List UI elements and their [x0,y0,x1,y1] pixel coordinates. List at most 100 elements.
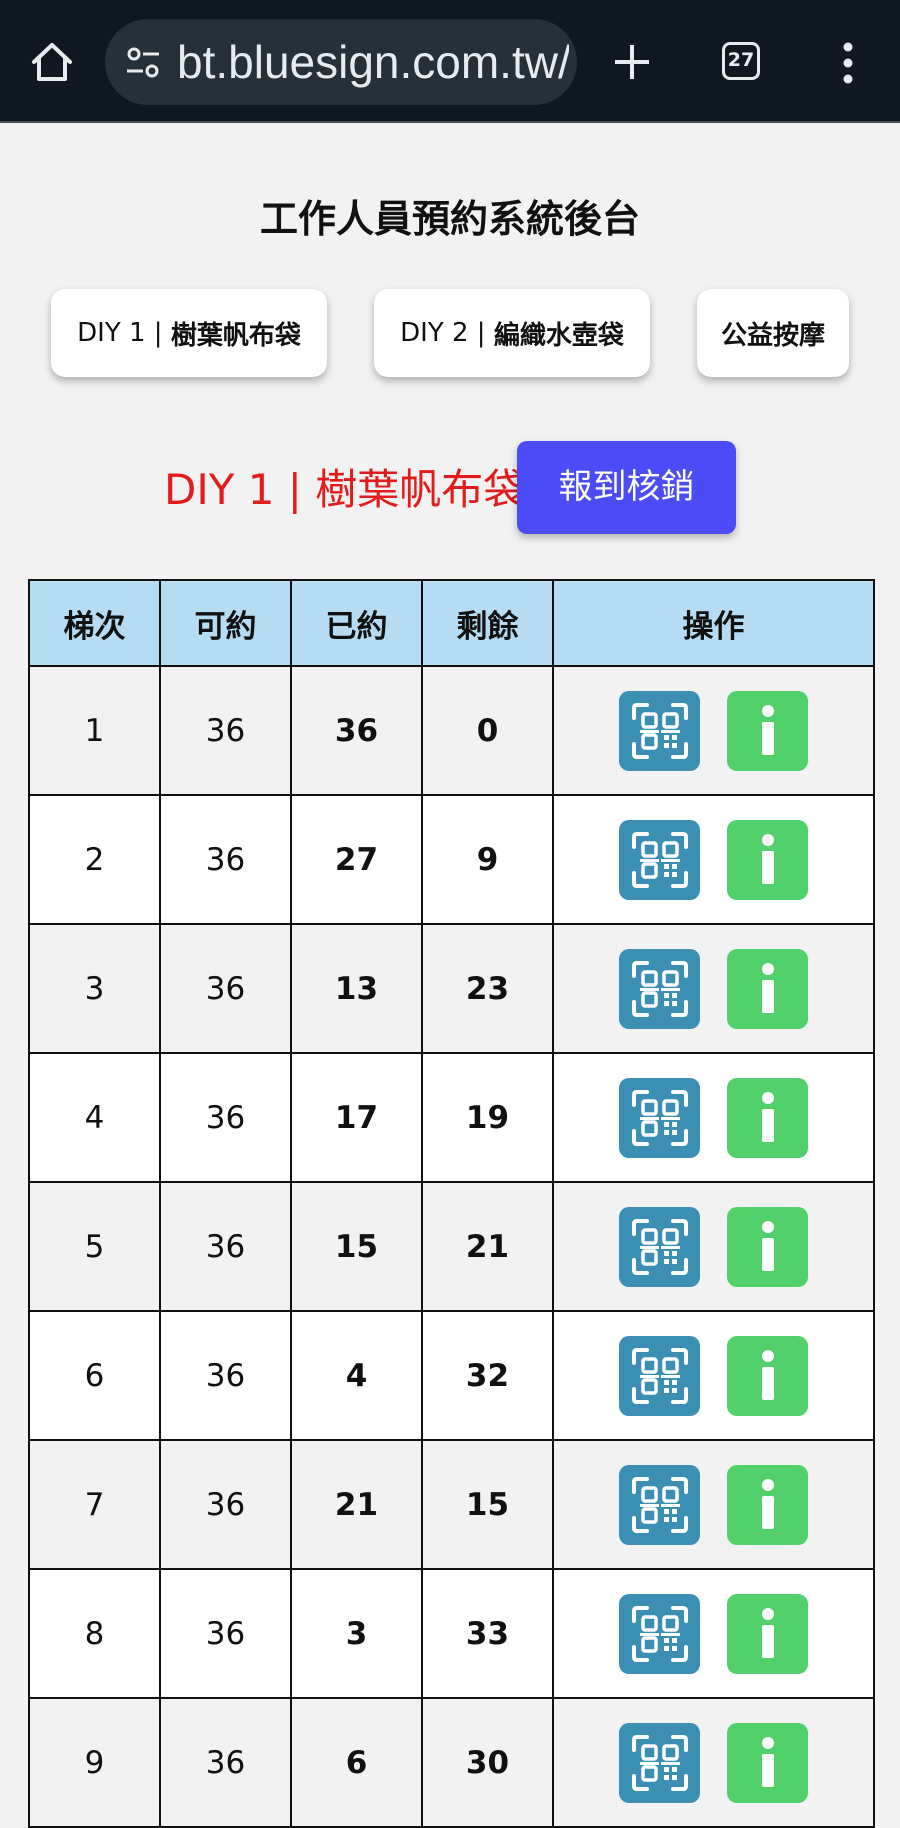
tab-diy2[interactable]: DIY 2 | 編織水壺袋 [374,289,650,377]
tab-massage[interactable]: 公益按摩 [697,289,849,377]
site-settings-icon[interactable] [125,45,161,81]
remaining-cell: 32 [421,1310,554,1441]
booked-cell: 36 [290,665,423,796]
qr-scan-icon [631,1347,688,1404]
info-icon [761,962,774,1013]
header-remaining: 剩餘 [421,579,554,667]
booked-cell: 15 [290,1181,423,1312]
table-row: 3 36 13 23 [28,923,875,1054]
capacity-cell: 36 [159,1310,292,1441]
address-bar[interactable]: bt.bluesign.com.tw/s [105,19,577,105]
capacity-cell: 36 [159,923,292,1054]
scan-button[interactable] [619,948,700,1029]
qr-scan-icon [631,702,688,759]
info-icon [761,1607,774,1658]
qr-scan-icon [631,831,688,888]
qr-scan-icon [631,1089,688,1146]
tab-label: 樹葉帆布袋 [170,320,301,351]
booked-cell: 3 [290,1568,423,1699]
session-cell: 1 [28,665,161,796]
scan-button[interactable] [619,1206,700,1287]
header-booked: 已約 [290,579,423,667]
header-session: 梯次 [28,579,161,667]
section-title: DIY 1 | 樹葉帆布袋 [164,465,526,514]
scan-button[interactable] [619,1077,700,1158]
session-cell: 3 [28,923,161,1054]
header-actions: 操作 [552,579,875,667]
info-button[interactable] [727,819,808,900]
info-icon [761,1478,774,1529]
session-cell: 9 [28,1697,161,1828]
booked-cell: 21 [290,1439,423,1570]
url-text[interactable]: bt.bluesign.com.tw/s [177,19,569,105]
info-button[interactable] [727,1464,808,1545]
remaining-cell: 19 [421,1052,554,1183]
table-header-row: 梯次 可約 已約 剩餘 操作 [28,579,875,667]
checkin-button[interactable]: 報到核銷 [517,441,736,534]
session-cell: 4 [28,1052,161,1183]
info-button[interactable] [727,948,808,1029]
table-row: 2 36 27 9 [28,794,875,925]
info-button[interactable] [727,1593,808,1674]
table-row: 1 36 36 0 [28,665,875,796]
booked-cell: 6 [290,1697,423,1828]
header-capacity: 可約 [159,579,292,667]
tab-prefix: DIY 1 | [77,318,171,348]
actions-cell [552,665,875,796]
info-button[interactable] [727,1206,808,1287]
info-button[interactable] [727,1335,808,1416]
booked-cell: 13 [290,923,423,1054]
remaining-cell: 15 [421,1439,554,1570]
tab-prefix: DIY 2 | [400,318,494,348]
table-row: 5 36 15 21 [28,1181,875,1312]
qr-scan-icon [631,1476,688,1533]
new-tab-icon[interactable] [612,42,652,82]
remaining-cell: 0 [421,665,554,796]
tab-diy1[interactable]: DIY 1 | 樹葉帆布袋 [51,289,327,377]
info-button[interactable] [727,1077,808,1158]
info-icon [761,1736,774,1787]
info-button[interactable] [727,690,808,771]
home-icon[interactable] [30,40,74,84]
info-icon [761,704,774,755]
tab-label: 編織水壺袋 [493,320,624,351]
qr-scan-icon [631,960,688,1017]
scan-button[interactable] [619,1722,700,1803]
session-cell: 2 [28,794,161,925]
actions-cell [552,1181,875,1312]
actions-cell [552,1052,875,1183]
more-menu-icon[interactable] [833,41,863,85]
info-icon [761,1091,774,1142]
session-cell: 6 [28,1310,161,1441]
remaining-cell: 30 [421,1697,554,1828]
capacity-cell: 36 [159,1052,292,1183]
scan-button[interactable] [619,690,700,771]
scan-button[interactable] [619,819,700,900]
capacity-cell: 36 [159,1439,292,1570]
actions-cell [552,923,875,1054]
tab-switcher-button[interactable]: 27 [722,42,760,80]
capacity-cell: 36 [159,1568,292,1699]
remaining-cell: 23 [421,923,554,1054]
qr-scan-icon [631,1218,688,1275]
table-row: 8 36 3 33 [28,1568,875,1699]
booked-cell: 17 [290,1052,423,1183]
scan-button[interactable] [619,1593,700,1674]
actions-cell [552,1568,875,1699]
booked-cell: 4 [290,1310,423,1441]
info-icon [761,833,774,884]
info-icon [761,1349,774,1400]
actions-cell [552,1310,875,1441]
browser-toolbar: bt.bluesign.com.tw/s 27 [0,0,900,123]
info-button[interactable] [727,1722,808,1803]
table-row: 6 36 4 32 [28,1310,875,1441]
scan-button[interactable] [619,1335,700,1416]
qr-scan-icon [631,1605,688,1662]
table-row: 7 36 21 15 [28,1439,875,1570]
actions-cell [552,794,875,925]
capacity-cell: 36 [159,665,292,796]
scan-button[interactable] [619,1464,700,1545]
table-row: 4 36 17 19 [28,1052,875,1183]
info-icon [761,1220,774,1271]
table-row: 9 36 6 30 [28,1697,875,1828]
